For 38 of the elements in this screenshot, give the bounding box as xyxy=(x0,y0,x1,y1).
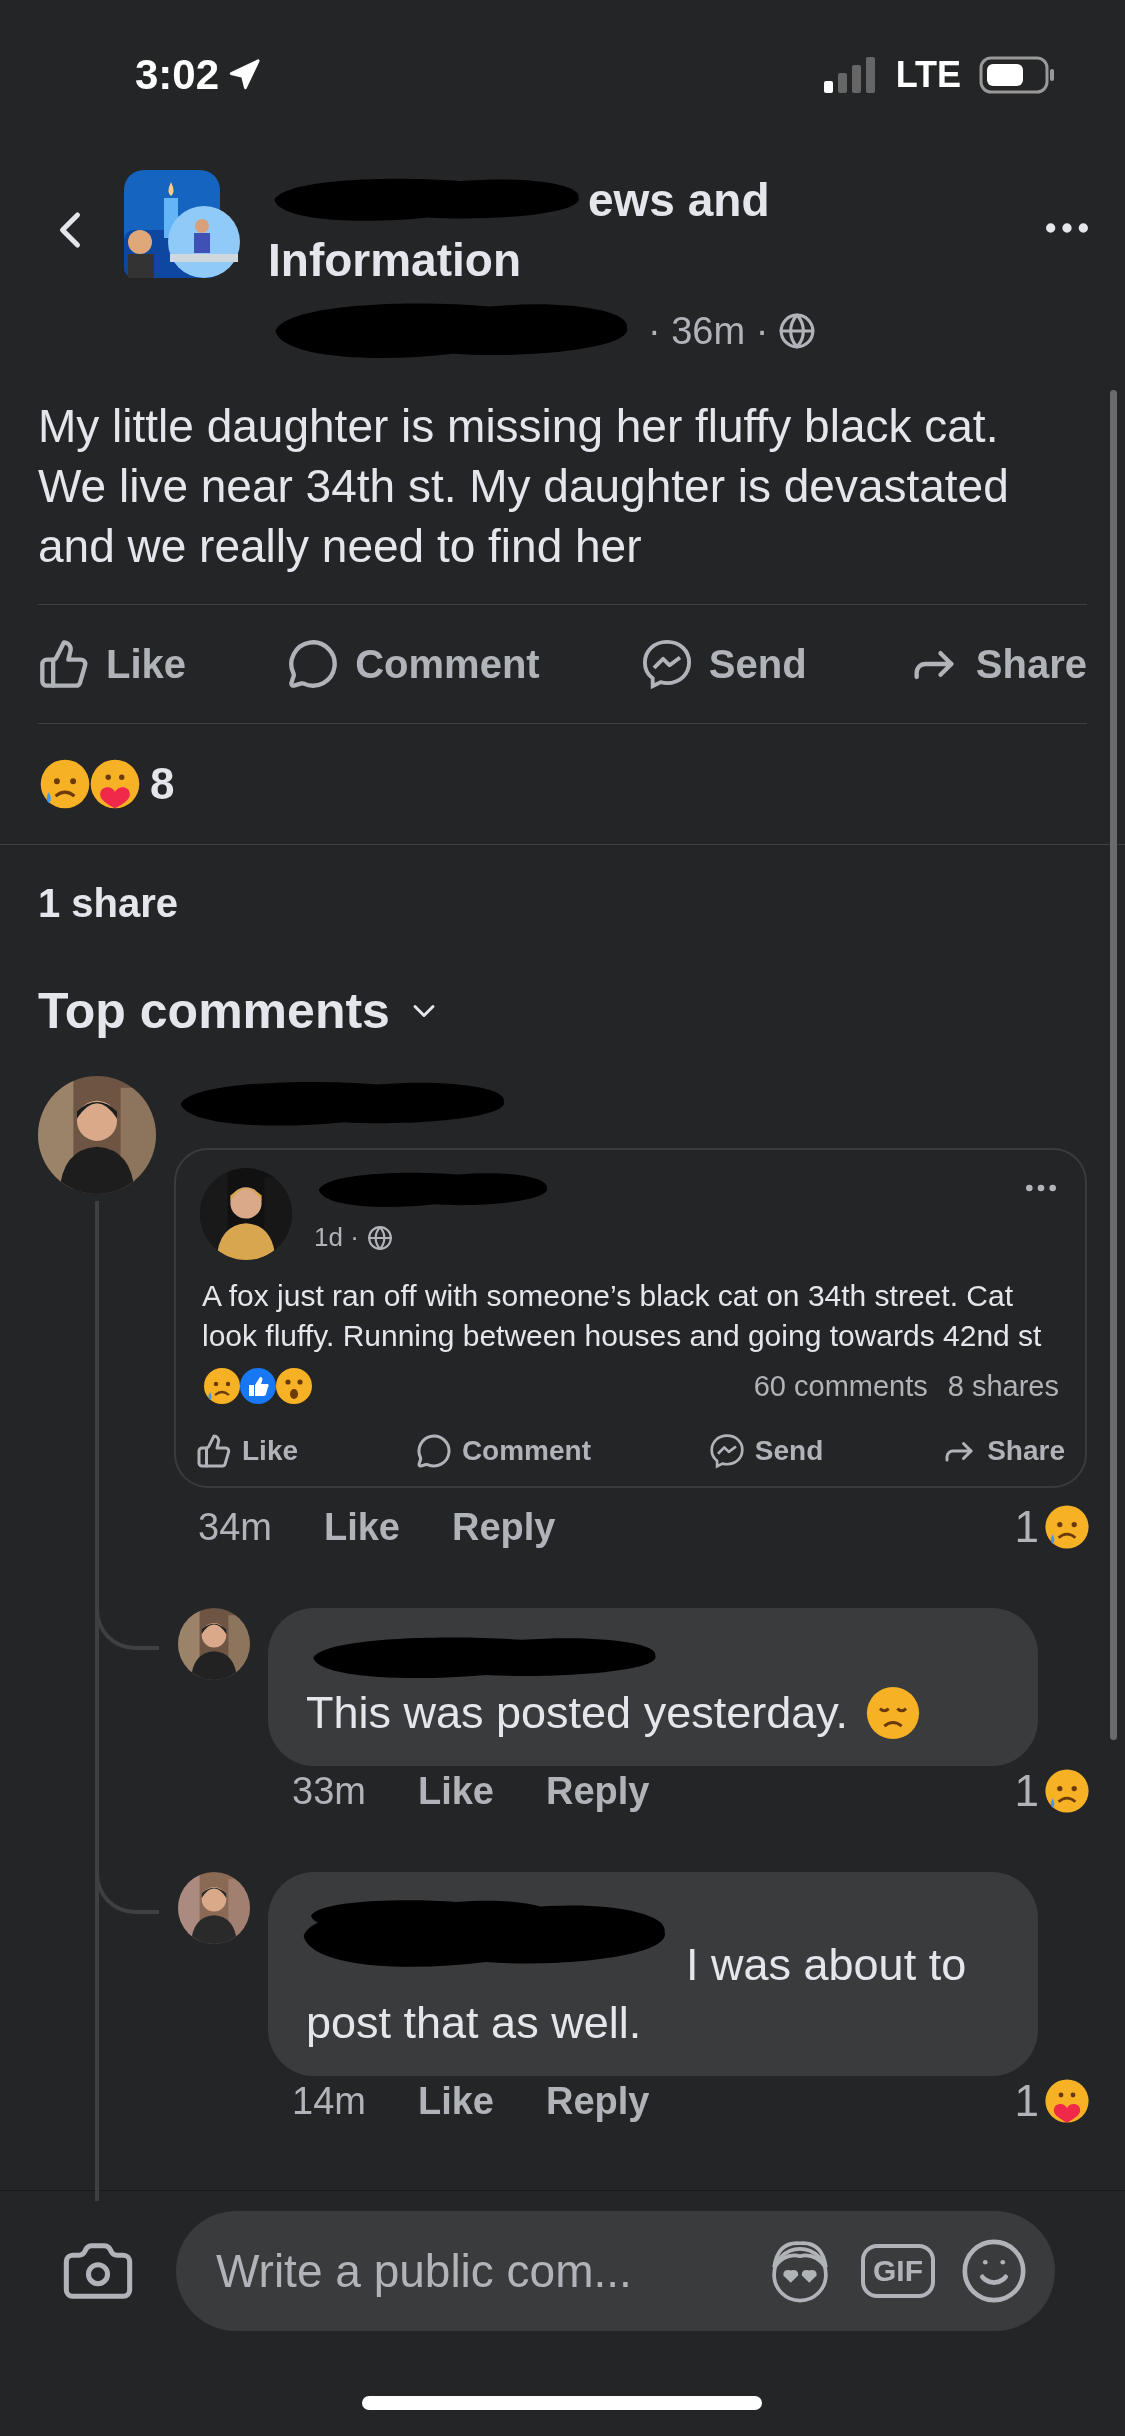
like-button[interactable]: Like xyxy=(196,1433,299,1469)
reaction-count: 1 xyxy=(1014,2076,1039,2126)
comment-time: 14m xyxy=(292,2079,366,2123)
comment-button[interactable]: Comment xyxy=(287,638,540,690)
page-title: ews and xyxy=(588,173,770,228)
send-button[interactable]: Send xyxy=(640,638,807,690)
like-link[interactable]: Like xyxy=(323,1505,400,1549)
comment-time: 34m xyxy=(198,1505,272,1549)
reaction-count: 1 xyxy=(1014,1766,1039,1816)
like-link[interactable]: Like xyxy=(417,2079,494,2123)
share-count: 8 shares xyxy=(947,1369,1059,1403)
comment-count: 60 comments xyxy=(753,1369,928,1403)
shared-post-text: A fox just ran off with someone’s black cat on 34th street. Cat look fluffy. Running between houses and going towards 42nd st xyxy=(202,1278,1043,1354)
reply-link[interactable]: Reply xyxy=(545,2079,650,2123)
share-count: 1 share xyxy=(38,881,180,926)
comment-text: This was posted yesterday. xyxy=(306,1686,848,1740)
top-comments-dropdown[interactable]: Top comments xyxy=(38,982,1087,1040)
comment-time: 33m xyxy=(292,1769,366,1813)
reaction-count: 1 xyxy=(1014,1502,1039,1552)
share-button[interactable]: Share xyxy=(941,1433,1065,1469)
shared-post-time: 1d · xyxy=(314,1222,359,1253)
gif-button[interactable]: GIF xyxy=(861,2244,935,2298)
reaction-count: 8 xyxy=(150,759,175,809)
like-button[interactable]: Like xyxy=(38,638,187,690)
status-time: 3:02 xyxy=(135,51,220,99)
comment-field[interactable]: Write a public com... GIF xyxy=(176,2211,1055,2331)
network-label: LTE xyxy=(895,54,961,96)
comment-button[interactable]: Comment xyxy=(415,1433,591,1469)
reply-link[interactable]: Reply xyxy=(451,1505,556,1549)
send-button[interactable]: Send xyxy=(708,1433,824,1469)
comment-text: I was about to post that as well. xyxy=(306,1938,968,2050)
shared-post-card[interactable]: 1d · A fox just ran off with someone’s black cat on 34th street. Cat look fluffy. Running between houses and going towards 42nd st 60 comments 8 shares Like Comment Send Share xyxy=(174,1148,1087,1488)
reply-link[interactable]: Reply xyxy=(545,1769,650,1813)
post-text: My little daughter is missing her fluffy black cat. We live near 34th st. My daughter is devastated and we really need to find her xyxy=(38,399,1010,574)
post-time: · 36m · xyxy=(648,309,769,353)
share-button[interactable]: Share xyxy=(907,638,1087,690)
page-title: Information xyxy=(268,233,521,288)
like-link[interactable]: Like xyxy=(417,1769,494,1813)
